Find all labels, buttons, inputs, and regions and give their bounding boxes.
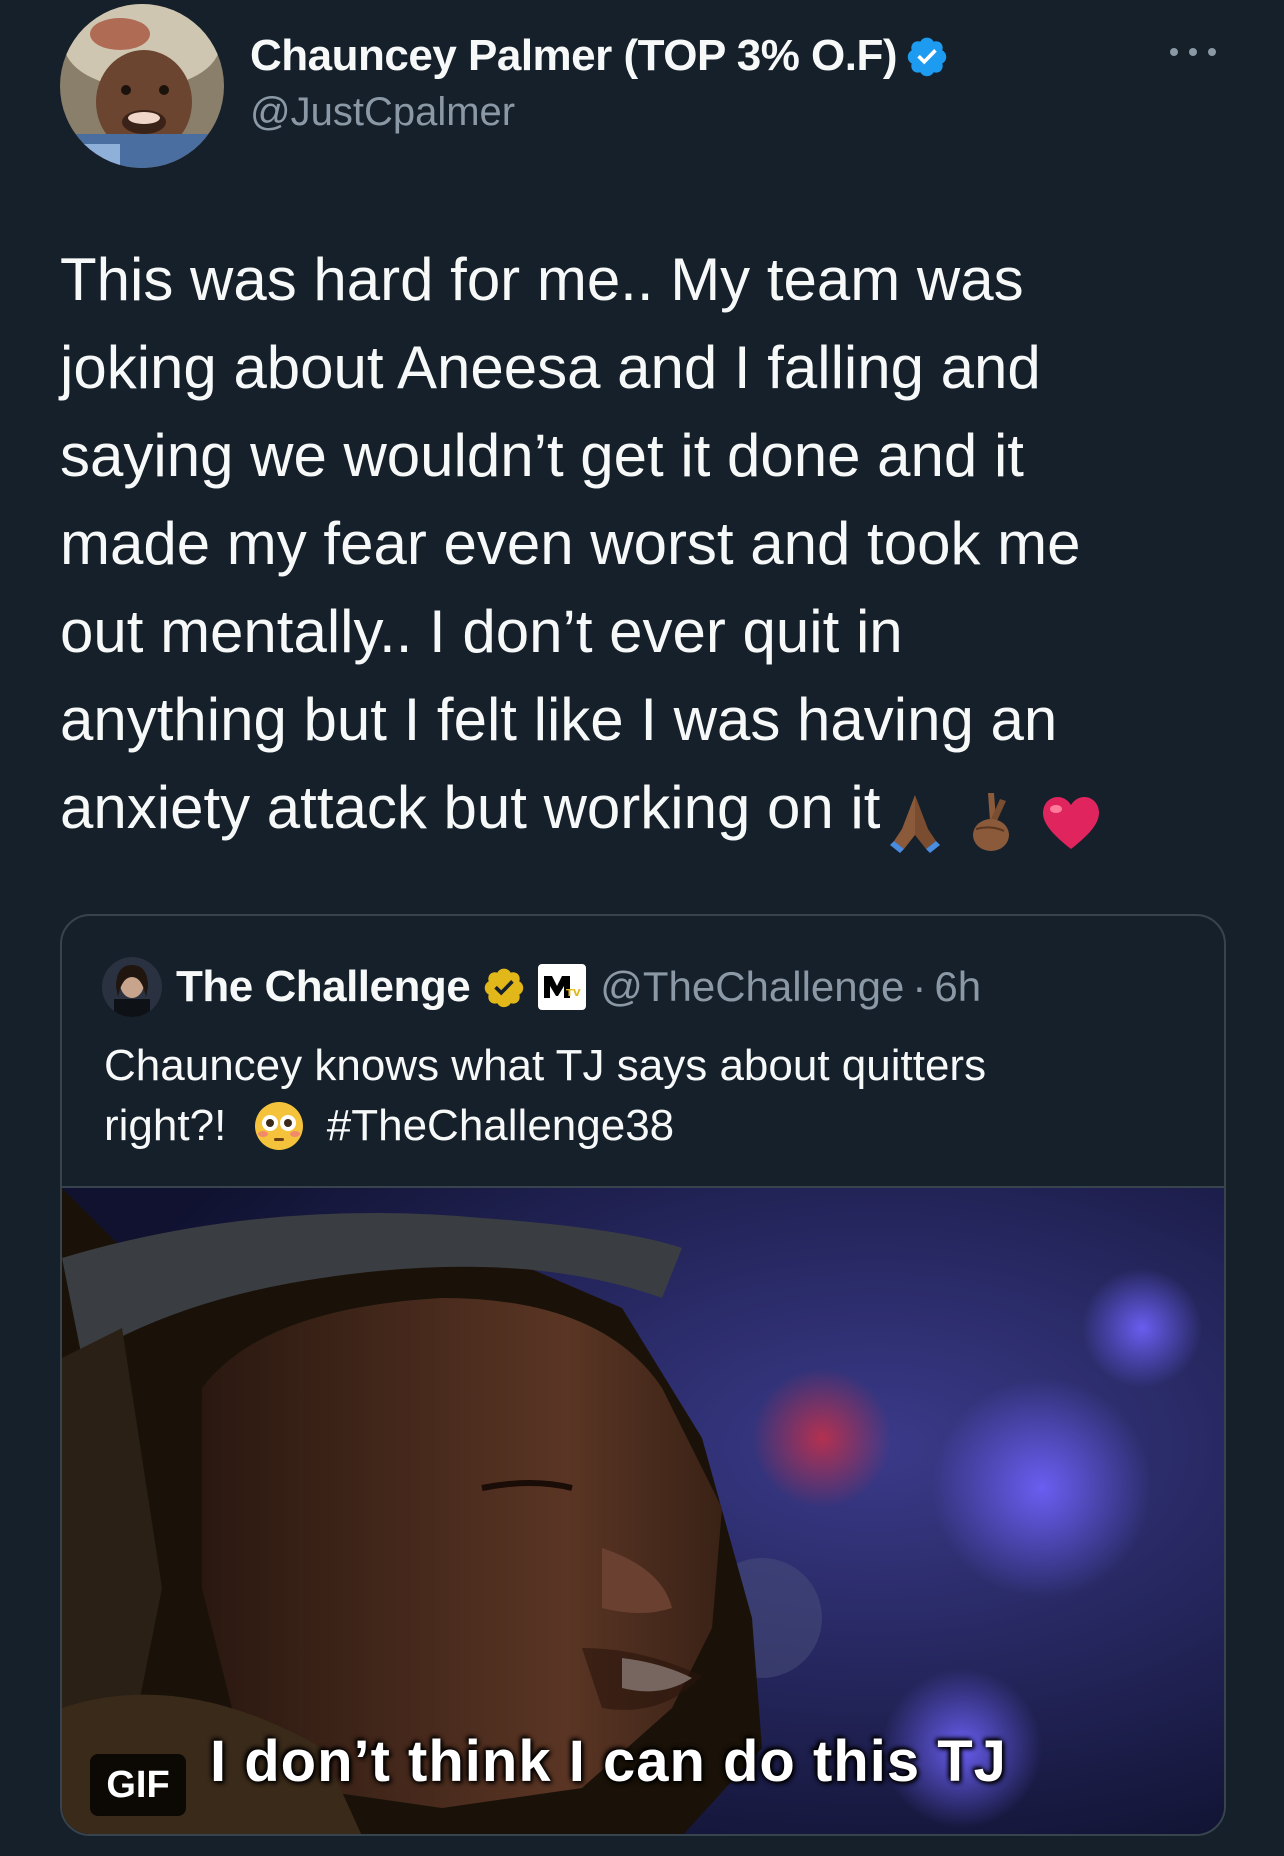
gold-verified-badge-icon	[484, 968, 524, 1008]
quoted-tweet-header: The Challenge TV @TheChallenge · 6h	[102, 957, 981, 1017]
tweet-line: anything but I felt like I was having an	[60, 686, 1058, 753]
tweet-line-text: anxiety attack but working on it	[60, 774, 881, 841]
flushed-face-icon	[254, 1102, 303, 1150]
hashtag-link[interactable]: #TheChallenge38	[327, 1101, 674, 1150]
tweet-line: saying we wouldn’t get it done and it	[60, 422, 1024, 489]
avatar-image	[60, 4, 224, 168]
tweet-emojis	[882, 774, 1104, 862]
quoted-text-line: right?! #TheChallenge38	[104, 1096, 1184, 1156]
author-handle[interactable]: @JustCpalmer	[250, 90, 515, 135]
crossed-fingers-icon	[973, 793, 1010, 852]
quoted-avatar[interactable]	[102, 957, 162, 1017]
tweet-line: This was hard for me.. My team was	[60, 246, 1024, 313]
gif-badge: GIF	[90, 1754, 186, 1816]
tweet-line: made my fear even worst and took me	[60, 510, 1081, 577]
quoted-handle[interactable]: @TheChallenge	[600, 963, 904, 1011]
author-name-row[interactable]: Chauncey Palmer (TOP 3% O.F)	[250, 26, 949, 86]
quoted-avatar-image	[102, 957, 162, 1017]
quoted-timestamp[interactable]: 6h	[934, 963, 981, 1011]
mtv-affiliate-badge-icon[interactable]: TV	[536, 962, 589, 1012]
mtv-logo-icon: TV	[544, 976, 581, 999]
verified-badge-icon	[907, 37, 947, 77]
quoted-tweet-card[interactable]: The Challenge TV @TheChallenge · 6h Chau…	[60, 914, 1226, 1836]
quoted-separator: ·	[912, 963, 927, 1010]
quoted-text-start: right?!	[104, 1101, 227, 1150]
folded-hands-icon	[890, 795, 941, 854]
svg-text:TV: TV	[566, 988, 581, 999]
author-avatar[interactable]	[60, 4, 224, 168]
quoted-display-name[interactable]: The Challenge	[176, 962, 471, 1012]
author-display-name[interactable]: Chauncey Palmer (TOP 3% O.F)	[250, 31, 898, 81]
red-heart-icon	[1043, 797, 1100, 850]
tweet-text: This was hard for me.. My team was jokin…	[60, 236, 1260, 854]
tweet-line: joking about Aneesa and I falling and	[60, 334, 1041, 401]
tweet-last-line: anxiety attack but working on it	[60, 764, 1260, 854]
gif-caption: I don’t think I can do this TJ	[210, 1729, 1007, 1794]
quoted-tweet-text: Chauncey knows what TJ says about quitte…	[104, 1036, 1184, 1156]
quoted-media-gif[interactable]: GIF I don’t think I can do this TJ	[62, 1186, 1224, 1834]
tweet-line: out mentally.. I don’t ever quit in	[60, 598, 903, 665]
more-options-icon[interactable]	[1170, 40, 1216, 64]
quoted-text-line: Chauncey knows what TJ says about quitte…	[104, 1041, 987, 1090]
